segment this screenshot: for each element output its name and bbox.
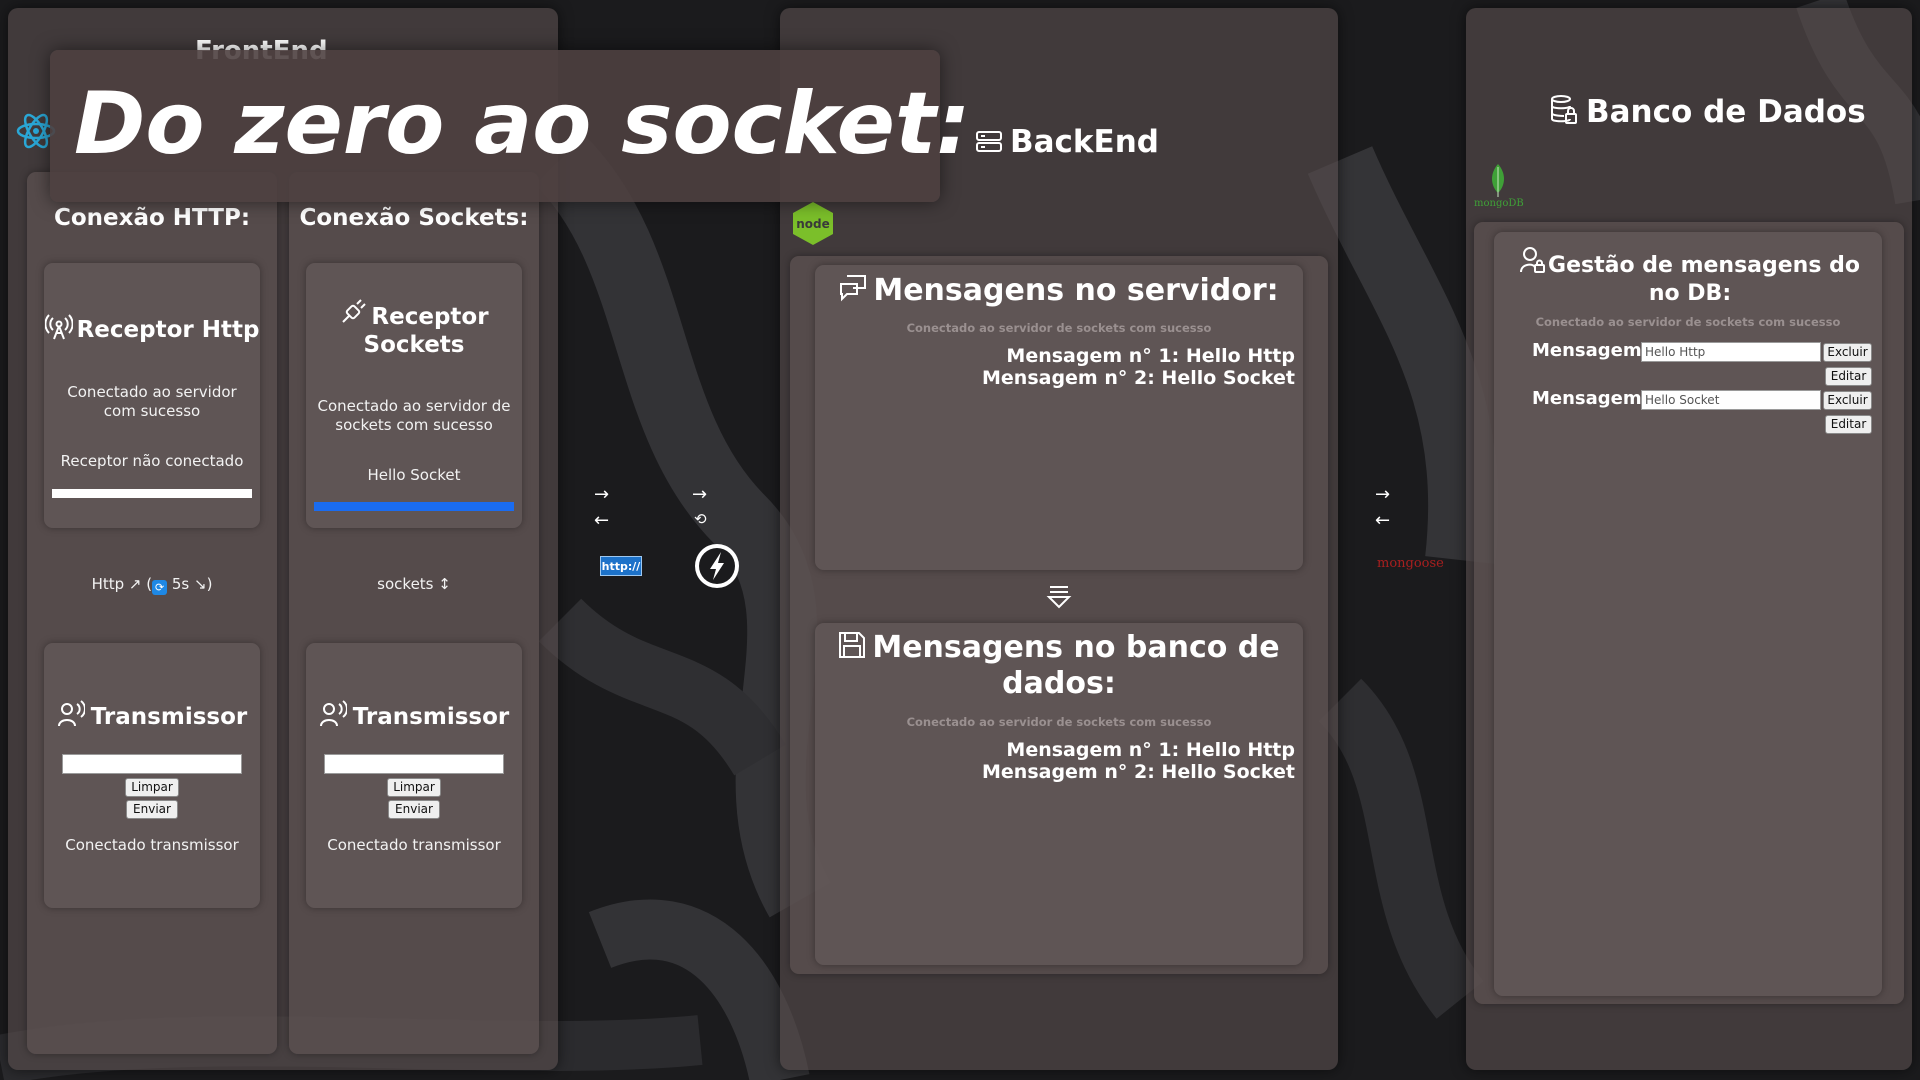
sockets-transmissor-card	[306, 643, 522, 908]
person-voice-icon	[57, 700, 86, 727]
arrow-right-http: →	[594, 484, 610, 505]
db-message-2: Mensagem n° 2: Hello Socket	[982, 761, 1295, 783]
antenna-icon	[44, 314, 74, 340]
arrow-right-socket: →	[692, 484, 708, 505]
sockets-connection-label: sockets ↕	[377, 575, 451, 593]
db-row-2-input[interactable]: Hello Socket	[1641, 390, 1821, 410]
nodejs-logo: node	[793, 202, 833, 245]
overlay-title-box: Do zero ao socket:	[50, 50, 971, 202]
http-transmissor-title: Transmissor	[90, 704, 248, 730]
sockets-receptor-progress-track	[314, 502, 514, 511]
user-lock-icon	[1520, 247, 1546, 273]
db-messages-status: Conectado ao servidor de sockets com suc…	[906, 715, 1212, 729]
http-transmissor-card	[44, 643, 260, 908]
db-management-status: Conectado ao servidor de sockets com suc…	[1535, 315, 1841, 329]
sockets-receptor-status: Conectado ao servidor de sockets com suc…	[317, 397, 511, 434]
db-row-2-edit-button[interactable]: Editar	[1825, 415, 1872, 434]
http-receptor-title: Receptor Http	[76, 317, 260, 343]
db-messages-title: Mensagens no banco de dados:	[872, 630, 1280, 701]
server-messages-title: Mensagens no servidor:	[873, 273, 1279, 308]
db-management-header: Gestão de mensagens do no DB:	[1502, 246, 1878, 308]
person-voice-icon	[319, 700, 348, 727]
db-row-1-delete-button[interactable]: Excluir	[1823, 343, 1872, 362]
db-row-2-label: Mensagem:	[1532, 388, 1649, 409]
db-messages-header: Mensagens no banco de dados:	[835, 630, 1283, 702]
http-column-title: Conexão HTTP:	[53, 205, 251, 231]
db-message-1: Mensagem n° 1: Hello Http	[1006, 739, 1295, 761]
database-header: Banco de Dados	[1550, 94, 1866, 130]
backend-title: BackEnd	[1010, 124, 1159, 160]
sockets-transmissor-input[interactable]	[324, 754, 504, 774]
sockets-column-title: Conexão Sockets:	[299, 205, 529, 231]
mongodb-label: mongoDB	[1474, 198, 1524, 209]
database-title: Banco de Dados	[1586, 94, 1866, 130]
server-messages-card	[815, 265, 1303, 570]
arrow-right-db: →	[1375, 484, 1391, 505]
mongodb-leaf-icon	[1492, 164, 1504, 197]
arrow-down-icon	[1046, 586, 1072, 609]
refresh-socket-icon: ⟲	[694, 510, 707, 528]
refresh-icon: ⟳	[152, 580, 168, 595]
sockets-receptor-progress-fill	[314, 502, 514, 511]
sockets-receptor-header: Receptor Sockets	[306, 298, 522, 359]
db-row-2-delete-button[interactable]: Excluir	[1823, 391, 1872, 410]
server-messages-status: Conectado ao servidor de sockets com suc…	[906, 321, 1212, 335]
nodejs-logo-text: node	[796, 217, 830, 231]
server-message-2: Mensagem n° 2: Hello Socket	[982, 367, 1295, 389]
http-receptor-header: Receptor Http	[44, 313, 260, 344]
backend-header: BackEnd	[976, 124, 1159, 160]
http-connection-interval: 5s ↘)	[171, 575, 213, 593]
database-lock-icon	[1551, 95, 1577, 124]
http-badge: http://	[600, 556, 642, 576]
sockets-transmissor-title: Transmissor	[352, 704, 510, 730]
http-transmissor-header: Transmissor	[44, 700, 260, 731]
http-receptor-progress	[52, 489, 252, 498]
http-receptor-message: Receptor não conectado	[60, 452, 244, 470]
sockets-receptor-title-line1: Receptor	[371, 304, 489, 330]
db-row-1-edit-button[interactable]: Editar	[1825, 367, 1872, 386]
http-transmissor-input[interactable]	[62, 754, 242, 774]
plug-icon	[342, 299, 367, 323]
socketio-icon	[695, 544, 739, 588]
http-connection-prefix: Http ↗ (	[91, 575, 153, 593]
server-messages-header: Mensagens no servidor:	[815, 273, 1303, 308]
sockets-transmissor-header: Transmissor	[306, 700, 522, 731]
arrow-left-db: ←	[1375, 510, 1391, 531]
chat-icon	[840, 275, 867, 302]
http-clear-button[interactable]: Limpar	[125, 778, 179, 797]
http-transmissor-status: Conectado transmissor	[65, 836, 239, 854]
mongoose-label: mongoose	[1377, 556, 1444, 571]
http-connection-label: Http ↗ (⟳ 5s ↘)	[27, 575, 277, 595]
db-row-1-label: Mensagem:	[1532, 340, 1649, 361]
server-message-1: Mensagem n° 1: Hello Http	[1006, 345, 1295, 367]
server-icon	[976, 131, 1002, 152]
db-row-1-input[interactable]: Hello Http	[1641, 342, 1821, 362]
http-send-button[interactable]: Enviar	[126, 800, 178, 819]
sockets-receptor-message: Hello Socket	[367, 466, 461, 484]
sockets-clear-button[interactable]: Limpar	[387, 778, 441, 797]
sockets-receptor-title-line2: Sockets	[363, 332, 465, 358]
db-management-title: Gestão de mensagens do no DB:	[1548, 253, 1860, 306]
sockets-send-button[interactable]: Enviar	[388, 800, 440, 819]
overlay-title: Do zero ao socket:	[74, 74, 971, 174]
sockets-transmissor-status: Conectado transmissor	[327, 836, 501, 854]
save-icon	[839, 632, 866, 658]
arrow-left-http: ←	[594, 510, 610, 531]
http-receptor-status: Conectado ao servidor com sucesso	[67, 383, 237, 420]
